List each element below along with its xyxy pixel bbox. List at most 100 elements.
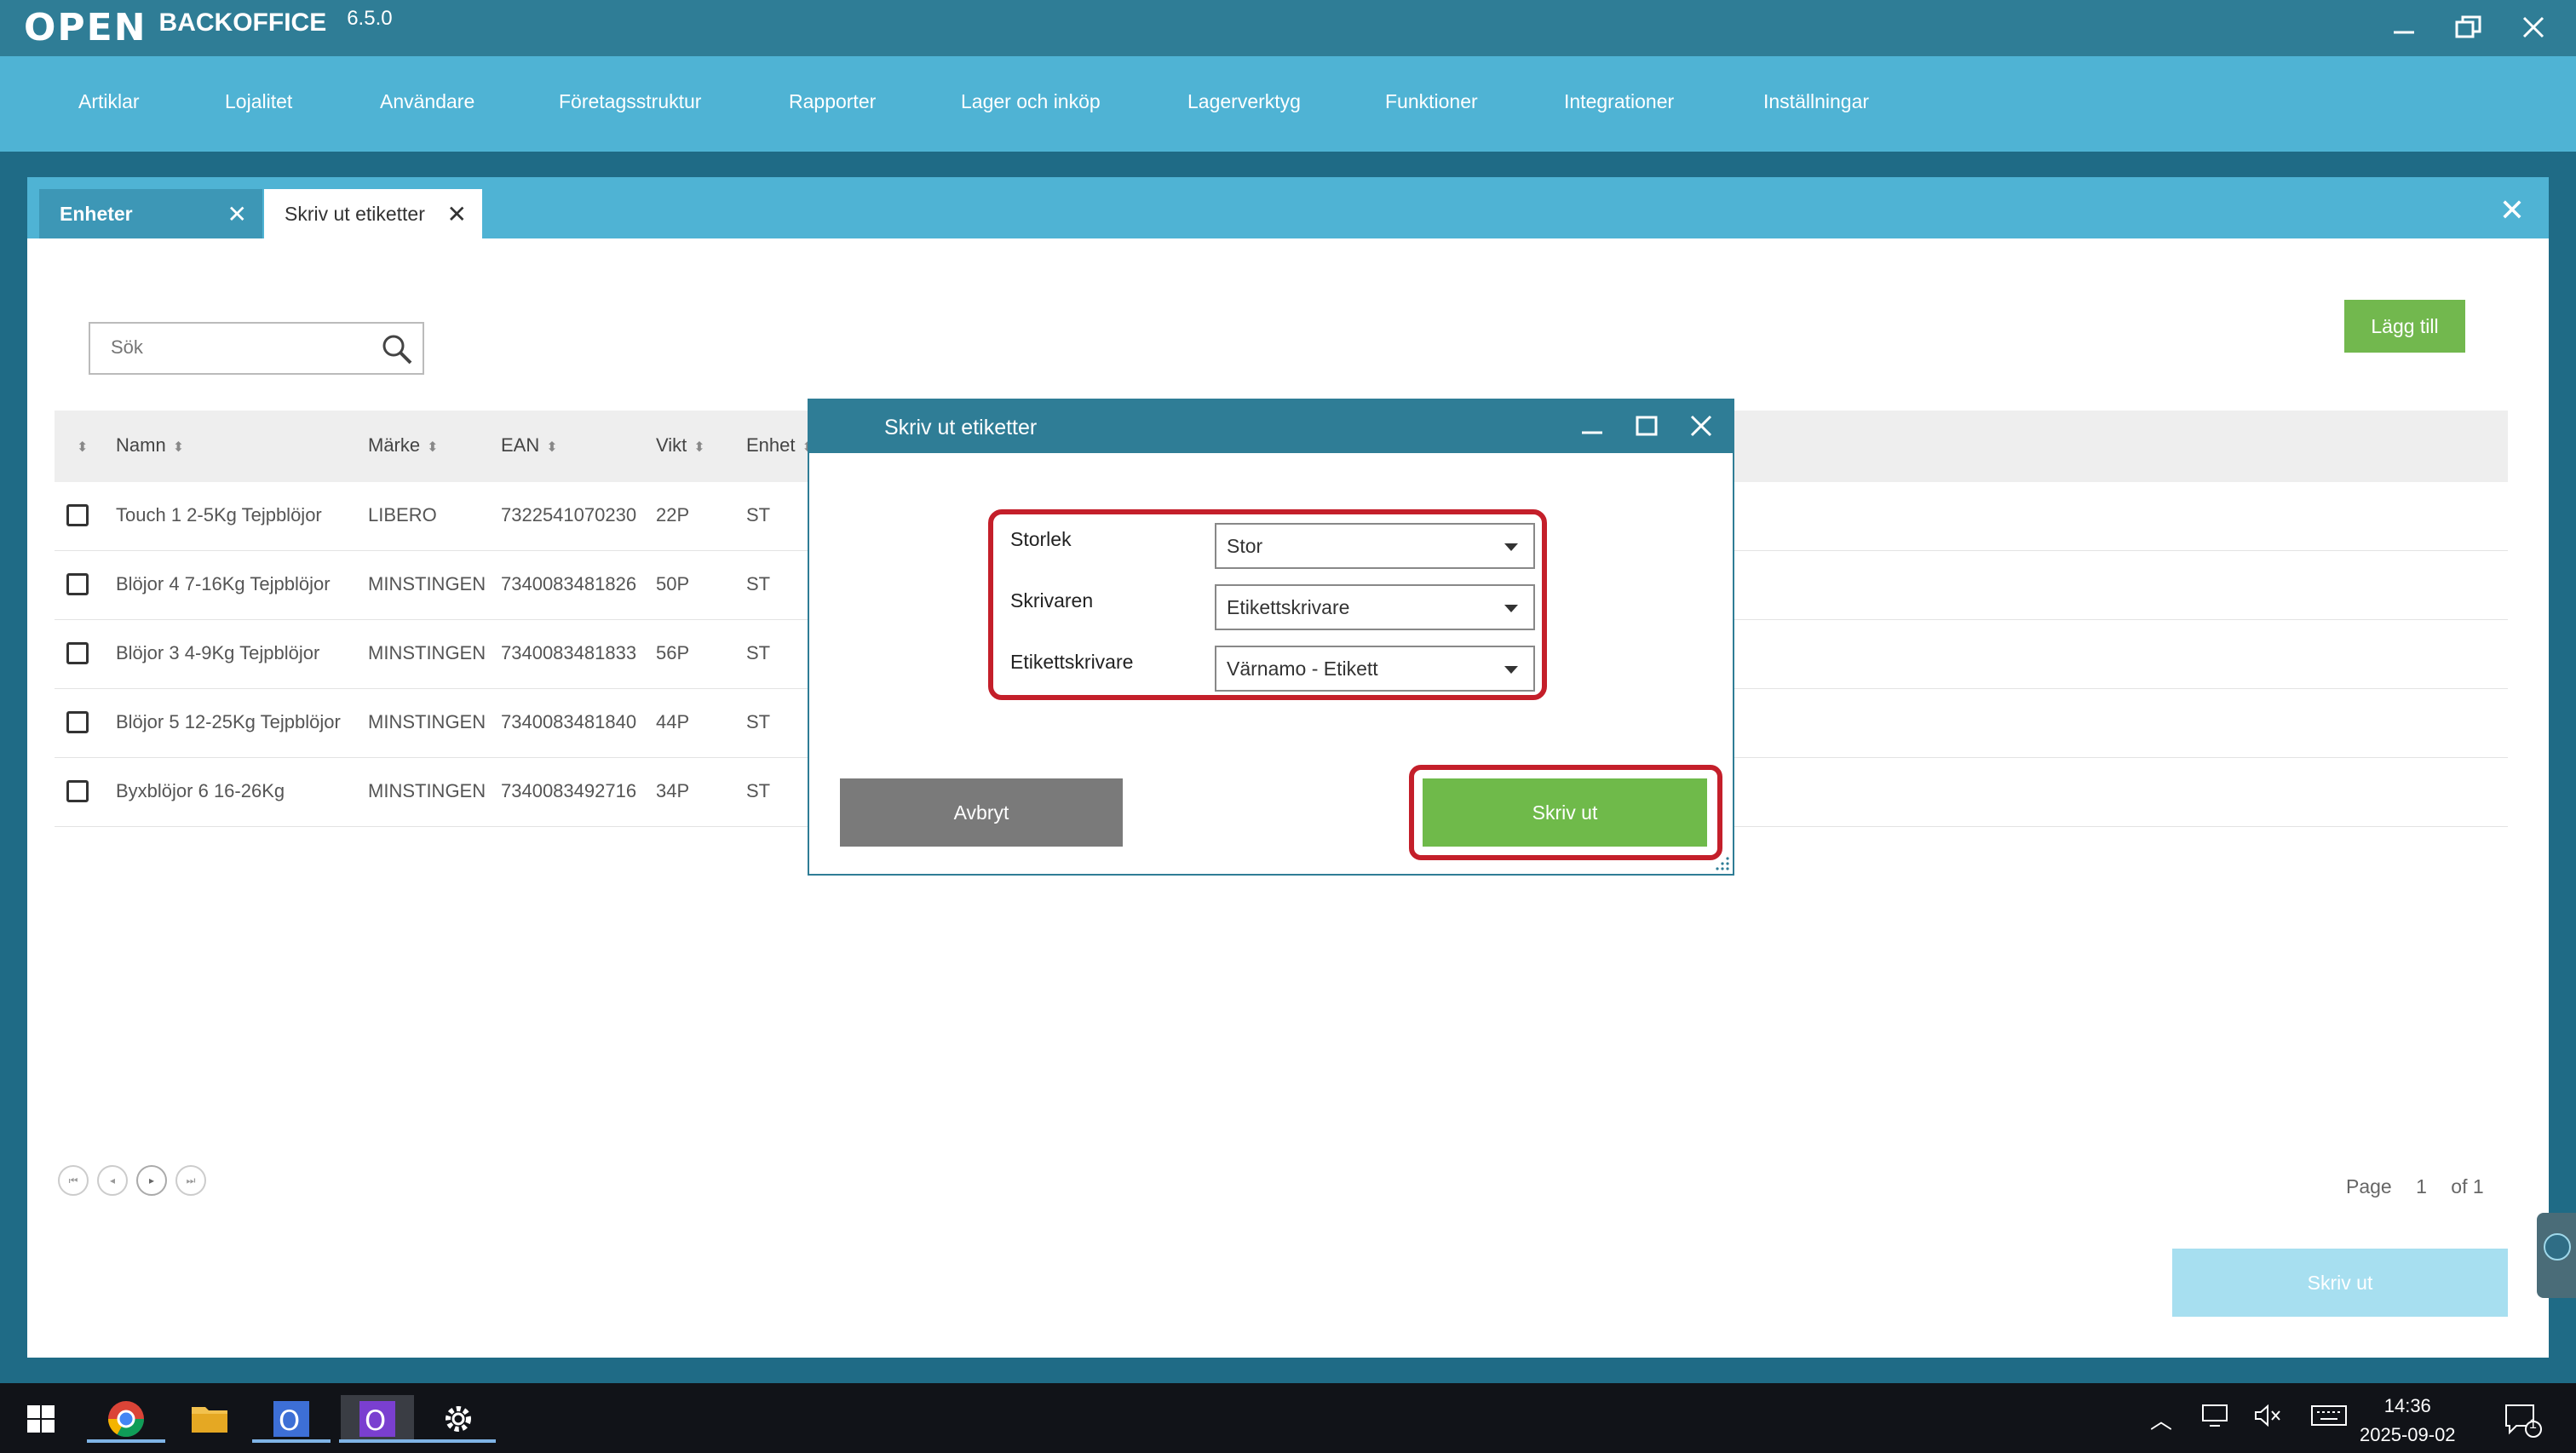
cell-enhet: ST xyxy=(746,780,771,801)
menu-item-installningar[interactable]: Inställningar xyxy=(1763,90,1869,113)
network-icon[interactable] xyxy=(2201,1404,2228,1433)
cell-namn: Touch 1 2-5Kg Tejpblöjor xyxy=(116,504,322,525)
chrome-icon[interactable] xyxy=(87,1395,165,1443)
chevron-down-icon xyxy=(1504,605,1518,612)
cancel-button[interactable]: Avbryt xyxy=(840,778,1123,847)
column-header-vikt[interactable]: Vikt ⬍ xyxy=(656,434,705,457)
print-button[interactable]: Skriv ut xyxy=(1423,778,1707,847)
cell-enhet: ST xyxy=(746,573,771,594)
tab-close-icon[interactable]: ✕ xyxy=(447,200,467,228)
menu-item-foretagsstruktur[interactable]: Företagsstruktur xyxy=(559,90,701,113)
cell-ean: 7340083481833 xyxy=(501,642,637,663)
close-icon[interactable] xyxy=(1683,405,1719,446)
cell-ean: 7340083481826 xyxy=(501,573,637,594)
windows-start-icon[interactable] xyxy=(15,1395,66,1443)
restore-icon[interactable] xyxy=(2452,9,2486,46)
column-header-ean[interactable]: EAN ⬍ xyxy=(501,434,558,457)
volume-muted-icon[interactable] xyxy=(2254,1404,2281,1433)
column-header-marke[interactable]: Märke ⬍ xyxy=(368,434,439,457)
search-icon[interactable] xyxy=(380,332,414,366)
resize-grip-icon[interactable] xyxy=(1714,855,1731,872)
system-clock[interactable]: 14:36 2025-09-02 xyxy=(2360,1392,2456,1450)
column-header-namn[interactable]: Namn ⬍ xyxy=(116,434,184,457)
row-checkbox[interactable] xyxy=(66,711,89,733)
row-checkbox[interactable] xyxy=(66,642,89,664)
svg-text:O: O xyxy=(279,1404,300,1437)
row-checkbox[interactable] xyxy=(66,573,89,595)
maximize-icon[interactable] xyxy=(1629,405,1665,446)
last-page-icon[interactable]: ⏭ xyxy=(175,1165,206,1196)
highlight-box-fields: Storlek Stor Skrivaren Etikettskrivare E… xyxy=(988,509,1547,700)
menu-item-funktioner[interactable]: Funktioner xyxy=(1385,90,1478,113)
window-controls xyxy=(2387,9,2550,46)
print-button-disabled[interactable]: Skriv ut xyxy=(2172,1249,2508,1317)
prev-page-icon[interactable]: ◂ xyxy=(97,1165,128,1196)
notifications-icon[interactable]: 1 xyxy=(2504,1404,2542,1444)
row-checkbox[interactable] xyxy=(66,504,89,526)
close-icon[interactable] xyxy=(2516,9,2550,46)
search-input[interactable] xyxy=(90,324,363,371)
dialog-title: Skriv ut etiketter xyxy=(884,416,1038,439)
cell-marke: MINSTINGEN xyxy=(368,711,486,732)
remote-support-icon xyxy=(2544,1233,2571,1261)
label-storlek: Storlek xyxy=(1010,528,1072,550)
close-panel-icon[interactable]: ✕ xyxy=(2499,192,2525,228)
page-info: Page 1 of 1 xyxy=(2346,1175,2503,1198)
menu-item-integrationer[interactable]: Integrationer xyxy=(1564,90,1674,113)
clock-time: 14:36 xyxy=(2383,1395,2431,1416)
cell-enhet: ST xyxy=(746,504,771,525)
menu-item-artiklar[interactable]: Artiklar xyxy=(78,90,140,113)
cell-namn: Blöjor 5 12-25Kg Tejpblöjor xyxy=(116,711,341,732)
tab-skriv-ut-etiketter[interactable]: Skriv ut etiketter ✕ xyxy=(264,189,482,238)
chevron-up-icon[interactable]: ︿ xyxy=(2150,1404,2172,1435)
file-explorer-icon[interactable] xyxy=(184,1395,235,1443)
tab-strip: Enheter ✕ Skriv ut etiketter ✕ ✕ xyxy=(27,177,2549,238)
cell-marke: MINSTINGEN xyxy=(368,573,486,594)
pager-controls: ⏮ ◂ ▸ ⏭ xyxy=(58,1165,206,1196)
notification-count: 1 xyxy=(2529,1417,2537,1432)
cell-enhet: ST xyxy=(746,642,771,663)
sort-all-icon[interactable]: ⬍ xyxy=(77,434,88,457)
cell-namn: Byxblöjor 6 16-26Kg xyxy=(116,780,285,801)
tab-label: Enheter xyxy=(60,202,133,225)
app-name: BACKOFFICE xyxy=(158,9,327,37)
menu-item-anvandare[interactable]: Användare xyxy=(380,90,474,113)
next-page-icon[interactable]: ▸ xyxy=(136,1165,167,1196)
cell-vikt: 34P xyxy=(656,780,690,801)
menu-item-lojalitet[interactable]: Lojalitet xyxy=(225,90,292,113)
select-storlek[interactable]: Stor xyxy=(1215,523,1535,569)
select-etikettskrivare[interactable]: Värnamo - Etikett xyxy=(1215,646,1535,692)
cell-vikt: 56P xyxy=(656,642,690,663)
column-header-enhet[interactable]: Enhet⬍ xyxy=(746,434,814,457)
app-logo: OPEN BACKOFFICE 6.5.0 xyxy=(24,6,393,49)
side-handle[interactable] xyxy=(2537,1213,2576,1298)
open-backoffice-icon[interactable]: O xyxy=(252,1395,331,1443)
open-backoffice-active-icon[interactable]: O xyxy=(339,1395,417,1443)
menu-item-lager-och-inkop[interactable]: Lager och inköp xyxy=(961,90,1101,113)
print-labels-dialog: Skriv ut etiketter Storlek Stor Skrivare… xyxy=(808,399,1734,876)
cell-namn: Blöjor 4 7-16Kg Tejpblöjor xyxy=(116,573,331,594)
first-page-icon[interactable]: ⏮ xyxy=(58,1165,89,1196)
tab-close-icon[interactable]: ✕ xyxy=(227,200,247,228)
add-button[interactable]: Lägg till xyxy=(2344,300,2465,353)
taskbar: O O ︿ 14:36 2025-09-02 1 xyxy=(0,1383,2576,1453)
page-label: Page xyxy=(2346,1175,2392,1197)
cell-ean: 7340083481840 xyxy=(501,711,637,732)
row-checkbox[interactable] xyxy=(66,780,89,802)
cell-ean: 7322541070230 xyxy=(501,504,637,525)
settings-gear-icon[interactable] xyxy=(417,1395,496,1443)
minimize-icon[interactable] xyxy=(2387,9,2421,46)
keyboard-icon[interactable] xyxy=(2310,1404,2348,1433)
page-number[interactable]: 1 xyxy=(2416,1175,2427,1197)
menu-item-lagerverktyg[interactable]: Lagerverktyg xyxy=(1187,90,1301,113)
minimize-icon[interactable] xyxy=(1574,405,1610,446)
title-bar: OPEN BACKOFFICE 6.5.0 xyxy=(0,0,2576,56)
menu-item-rapporter[interactable]: Rapporter xyxy=(789,90,876,113)
page-total: of 1 xyxy=(2451,1175,2484,1197)
cell-enhet: ST xyxy=(746,711,771,732)
chevron-down-icon xyxy=(1504,666,1518,674)
tab-enheter[interactable]: Enheter ✕ xyxy=(39,189,262,238)
cell-marke: MINSTINGEN xyxy=(368,780,486,801)
select-skrivaren[interactable]: Etikettskrivare xyxy=(1215,584,1535,630)
cell-vikt: 50P xyxy=(656,573,690,594)
